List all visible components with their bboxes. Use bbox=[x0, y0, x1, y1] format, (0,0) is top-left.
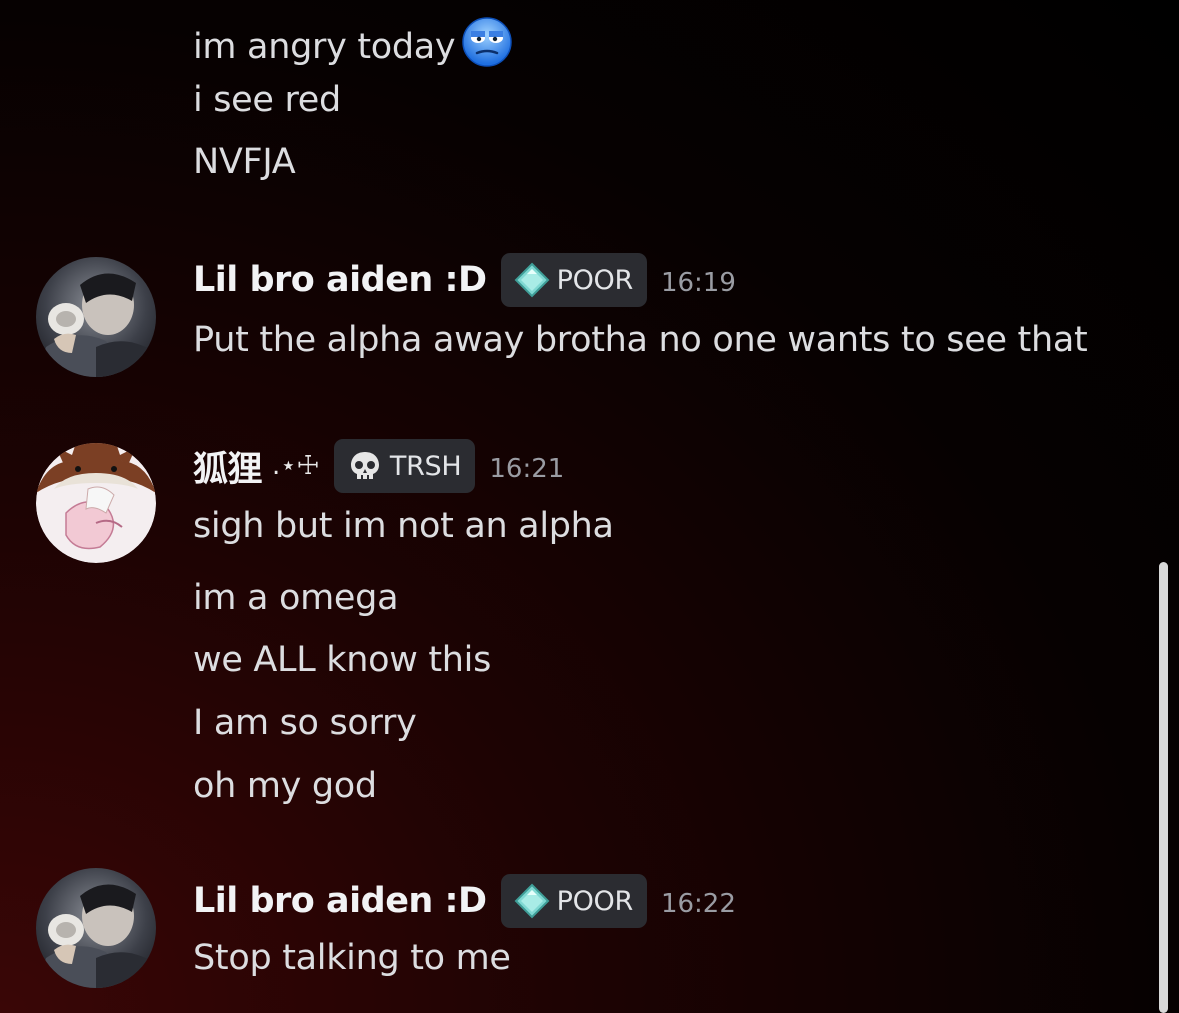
diamond-icon bbox=[514, 883, 550, 919]
scrollbar[interactable] bbox=[1159, 562, 1168, 1013]
message-line: sigh but im not an alpha bbox=[193, 506, 614, 546]
role-badge[interactable]: POOR bbox=[500, 253, 647, 307]
message-line: i see red bbox=[193, 80, 341, 120]
weary-blue-face-emoji bbox=[462, 17, 513, 67]
message-line: NVFJA bbox=[193, 142, 296, 182]
message-line: Stop talking to me bbox=[193, 938, 511, 978]
role-label: POOR bbox=[556, 885, 634, 917]
user-photo-avatar bbox=[36, 868, 156, 988]
user-avatar[interactable] bbox=[36, 868, 156, 988]
timestamp: 16:19 bbox=[660, 268, 736, 298]
username-decoration: .⋆☩ bbox=[272, 451, 320, 481]
user-avatar[interactable] bbox=[36, 257, 156, 377]
message-line: oh my god bbox=[193, 766, 377, 806]
message-header: Lil bro aiden :D POOR 16:22 bbox=[193, 873, 736, 929]
user-photo-avatar bbox=[36, 257, 156, 377]
message-header: 狐狸 .⋆☩ TRSH 16:21 bbox=[193, 438, 564, 494]
message-line: im angry today bbox=[193, 16, 513, 69]
message-line: I am so sorry bbox=[193, 703, 417, 743]
fox-anime-avatar bbox=[36, 443, 156, 563]
username[interactable]: Lil bro aiden :D bbox=[193, 881, 487, 921]
message-header: Lil bro aiden :D POOR 16:19 bbox=[193, 252, 736, 308]
skull-icon bbox=[350, 452, 379, 479]
chat-message-list: im angry today i see red NVFJA Lil bro a… bbox=[0, 0, 1179, 1013]
user-avatar[interactable] bbox=[36, 443, 156, 563]
message-line: we ALL know this bbox=[193, 640, 492, 680]
role-label: POOR bbox=[556, 264, 634, 296]
timestamp: 16:21 bbox=[489, 454, 565, 484]
role-badge[interactable]: TRSH bbox=[333, 439, 476, 493]
role-badge[interactable]: POOR bbox=[500, 874, 647, 928]
username[interactable]: 狐狸 bbox=[193, 441, 263, 492]
diamond-icon bbox=[514, 262, 550, 298]
message-line: im a omega bbox=[193, 578, 399, 618]
timestamp: 16:22 bbox=[660, 889, 736, 919]
message-line: Put the alpha away brotha no one wants t… bbox=[193, 320, 1088, 360]
role-label: TRSH bbox=[389, 450, 462, 482]
username[interactable]: Lil bro aiden :D bbox=[193, 260, 487, 300]
